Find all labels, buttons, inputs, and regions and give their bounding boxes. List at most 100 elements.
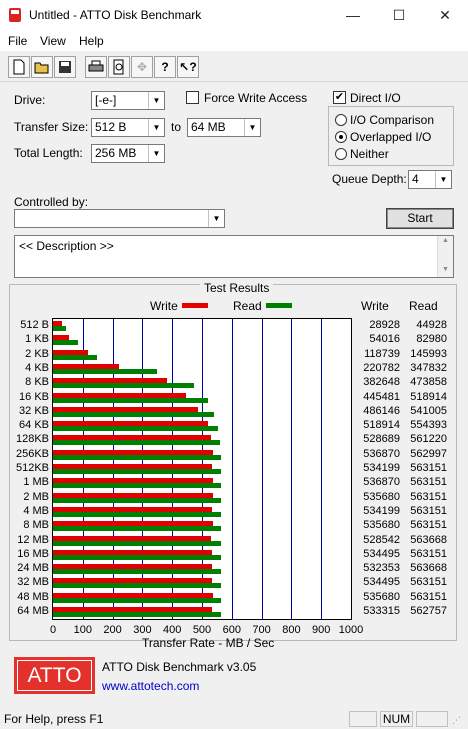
status-panel-scroll bbox=[416, 711, 448, 727]
category-label: 128KB bbox=[15, 433, 49, 446]
menu-view[interactable]: View bbox=[40, 34, 66, 48]
write-value: 534199 bbox=[363, 504, 400, 517]
write-value: 28928 bbox=[369, 319, 400, 331]
category-label: 2 KB bbox=[25, 347, 49, 360]
read-bar bbox=[53, 397, 208, 403]
x-axis-label: Transfer Rate - MB / Sec bbox=[142, 636, 275, 650]
write-value: 486146 bbox=[363, 404, 400, 417]
write-value: 220782 bbox=[363, 361, 400, 374]
read-bar bbox=[53, 440, 221, 446]
atto-logo: ATTO bbox=[14, 657, 95, 694]
read-value: 563151 bbox=[410, 462, 447, 474]
read-value: 563151 bbox=[410, 490, 447, 503]
transfer-size-to-select[interactable]: 64 MB ▼ bbox=[187, 118, 261, 137]
chevron-down-icon: ▼ bbox=[148, 145, 164, 162]
category-label: 16 MB bbox=[17, 547, 49, 560]
write-value: 533315 bbox=[363, 605, 400, 617]
read-bar bbox=[53, 426, 219, 432]
read-bar bbox=[53, 569, 221, 575]
neither-radio[interactable] bbox=[335, 148, 347, 160]
force-write-label: Force Write Access bbox=[204, 91, 308, 105]
maximize-button[interactable]: ☐ bbox=[376, 0, 422, 31]
read-value: 541005 bbox=[410, 404, 447, 417]
read-bar bbox=[53, 483, 221, 489]
read-value: 82980 bbox=[416, 333, 447, 346]
drive-label: Drive: bbox=[14, 93, 46, 107]
read-value: 473858 bbox=[410, 376, 447, 389]
transfer-size-label: Transfer Size: bbox=[14, 120, 89, 134]
direct-io-label: Direct I/O bbox=[350, 91, 401, 105]
read-value: 518914 bbox=[410, 390, 447, 403]
context-help-icon[interactable]: ↖? bbox=[177, 56, 199, 78]
read-bar bbox=[53, 326, 67, 331]
move-icon[interactable]: ✥ bbox=[131, 56, 153, 78]
chevron-down-icon: ▼ bbox=[442, 266, 449, 273]
category-label: 8 MB bbox=[23, 519, 49, 532]
write-value: 532353 bbox=[363, 562, 400, 575]
write-value: 535680 bbox=[363, 490, 400, 503]
title-bar: Untitled - ATTO Disk Benchmark — ☐ ✕ bbox=[0, 0, 468, 31]
resize-grip-icon[interactable]: ⋰ bbox=[452, 715, 461, 726]
category-label: 24 MB bbox=[17, 562, 49, 575]
queue-depth-select[interactable]: 4 ▼ bbox=[408, 170, 452, 189]
menu-help[interactable]: Help bbox=[79, 34, 104, 48]
category-label: 16 KB bbox=[19, 390, 49, 403]
new-icon[interactable] bbox=[8, 56, 30, 78]
write-value: 536870 bbox=[363, 447, 400, 460]
drive-select[interactable]: [-e-] ▼ bbox=[91, 91, 165, 110]
close-button[interactable]: ✕ bbox=[422, 0, 468, 31]
status-panel-caps bbox=[349, 711, 377, 727]
read-value: 561220 bbox=[410, 433, 447, 446]
read-value: 562757 bbox=[410, 605, 447, 617]
description-textarea[interactable]: << Description >> ▲ ▼ bbox=[14, 235, 454, 278]
window-title: Untitled - ATTO Disk Benchmark bbox=[29, 8, 202, 22]
description-scrollbar[interactable]: ▲ ▼ bbox=[437, 236, 453, 277]
status-bar: For Help, press F1 NUM ⋰ bbox=[0, 709, 468, 729]
read-bar bbox=[53, 497, 221, 503]
save-icon[interactable] bbox=[54, 56, 76, 78]
x-tick-label: 0 bbox=[49, 624, 57, 636]
legend-write-label: Write bbox=[150, 299, 178, 313]
app-icon bbox=[9, 8, 21, 22]
read-value: 563151 bbox=[410, 576, 447, 589]
read-bar bbox=[53, 469, 221, 474]
read-value: 562997 bbox=[410, 447, 447, 460]
category-label: 8 KB bbox=[25, 376, 49, 389]
write-value: 535680 bbox=[363, 519, 400, 532]
write-value: 54016 bbox=[369, 333, 400, 346]
write-value: 534199 bbox=[363, 462, 400, 474]
category-label: 32 KB bbox=[19, 404, 49, 417]
force-write-checkbox[interactable] bbox=[186, 91, 199, 104]
read-value: 563151 bbox=[410, 504, 447, 517]
start-button[interactable]: Start bbox=[386, 208, 454, 229]
print-preview-icon[interactable] bbox=[108, 56, 130, 78]
open-icon[interactable] bbox=[31, 56, 53, 78]
website-link[interactable]: www.attotech.com bbox=[102, 679, 199, 693]
transfer-size-from-select[interactable]: 512 B ▼ bbox=[91, 118, 165, 137]
read-bar bbox=[53, 597, 221, 603]
controlled-by-select[interactable]: ▼ bbox=[14, 209, 225, 228]
total-length-select[interactable]: 256 MB ▼ bbox=[91, 144, 165, 163]
chevron-down-icon: ▼ bbox=[148, 119, 164, 136]
write-value: 118739 bbox=[364, 347, 400, 360]
minimize-button[interactable]: — bbox=[330, 0, 376, 31]
category-label: 256KB bbox=[15, 447, 49, 460]
write-value: 518914 bbox=[363, 419, 400, 432]
io-comparison-radio[interactable] bbox=[335, 114, 347, 126]
x-tick-label: 900 bbox=[312, 624, 331, 636]
read-value: 563151 bbox=[410, 519, 447, 532]
read-value: 554393 bbox=[410, 419, 447, 432]
help-icon[interactable]: ? bbox=[154, 56, 176, 78]
overlapped-io-radio[interactable] bbox=[335, 131, 347, 143]
menu-file[interactable]: File bbox=[8, 34, 27, 48]
read-value: 145993 bbox=[410, 347, 447, 360]
direct-io-checkbox[interactable]: ✔ bbox=[333, 91, 346, 104]
results-title: Test Results bbox=[200, 281, 274, 295]
category-label: 4 MB bbox=[23, 504, 49, 517]
read-bar bbox=[53, 583, 221, 589]
x-tick-label: 1000 bbox=[338, 624, 364, 636]
controlled-by-label: Controlled by: bbox=[14, 195, 89, 209]
product-name: ATTO Disk Benchmark v3.05 bbox=[102, 660, 257, 674]
read-bar bbox=[53, 511, 221, 517]
print-icon[interactable] bbox=[85, 56, 107, 78]
